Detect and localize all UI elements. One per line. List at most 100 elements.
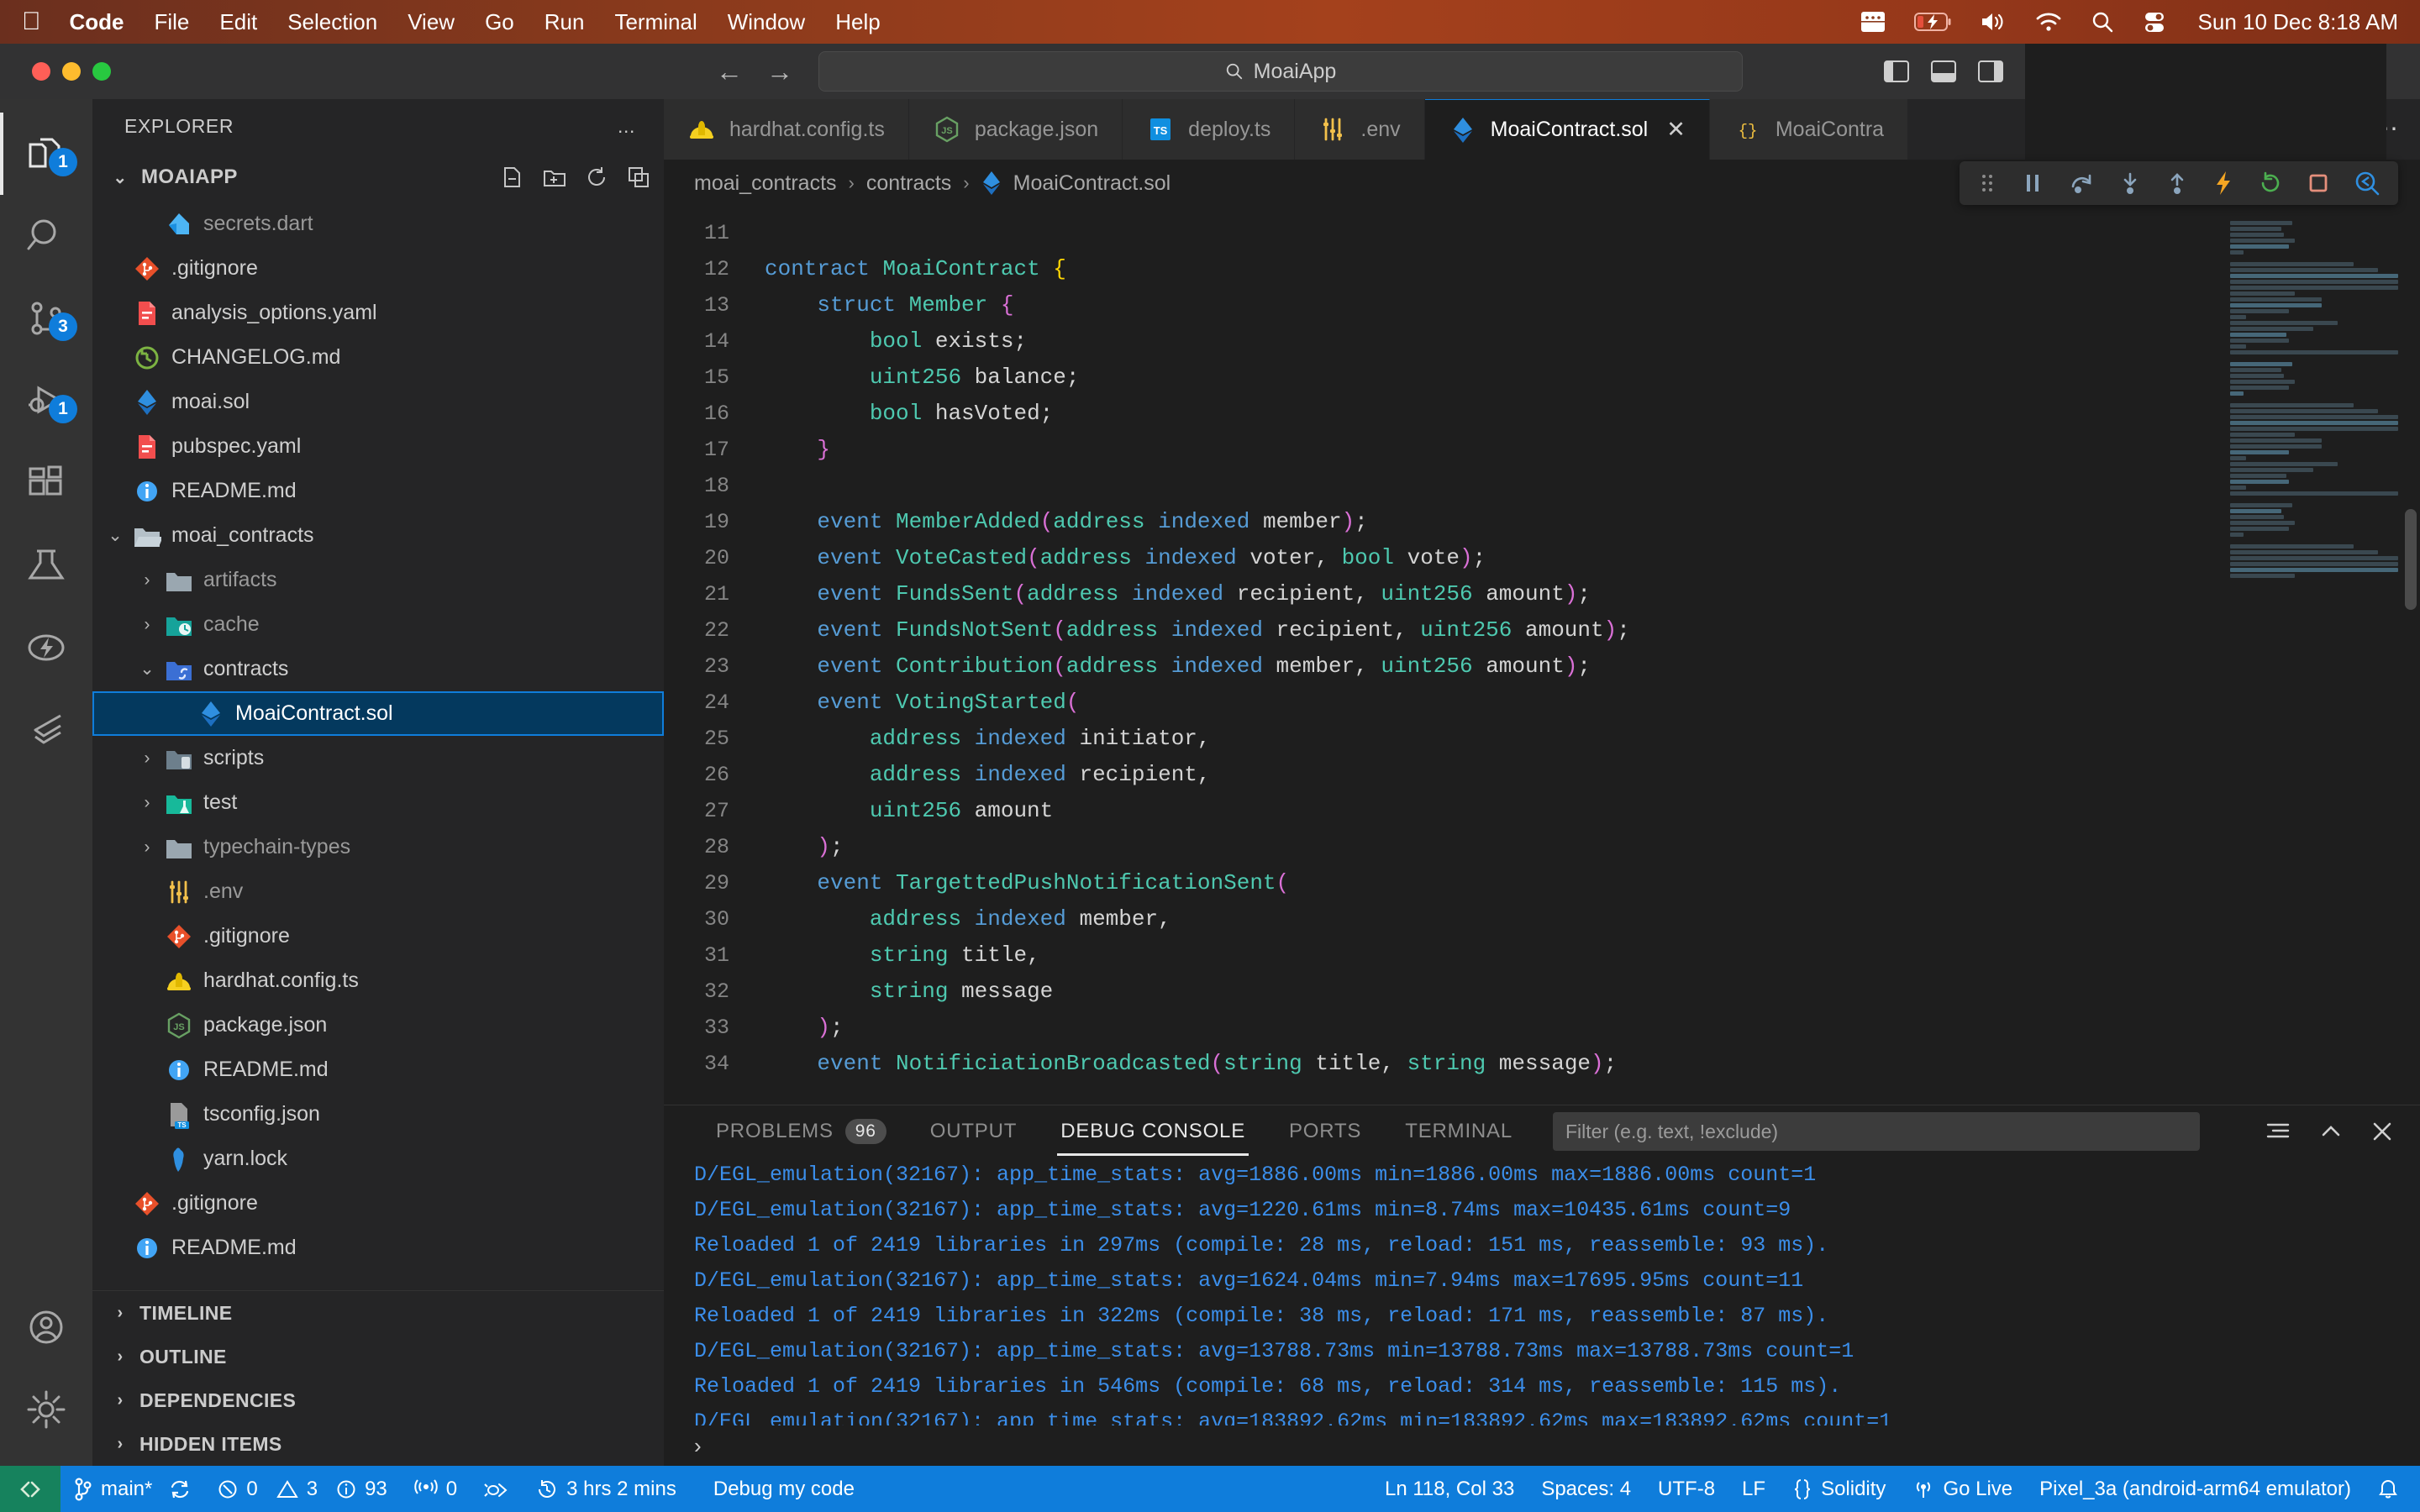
toggle-panel-icon[interactable] xyxy=(1931,60,1956,82)
tab-debug-console[interactable]: DEBUG CONSOLE xyxy=(1039,1105,1267,1158)
hot-reload-icon[interactable] xyxy=(2213,171,2233,196)
file-tree[interactable]: secrets.dart .gitignore analysis_options.y… xyxy=(92,202,664,1290)
toggle-secondary-sidebar-icon[interactable] xyxy=(1978,60,2003,82)
tree-file-row[interactable]: README.md xyxy=(92,1226,664,1270)
menu-file[interactable]: File xyxy=(155,9,190,35)
activitybar-item-accounts[interactable] xyxy=(0,1286,92,1368)
go-back-icon[interactable]: ← xyxy=(716,58,743,85)
status-radio-tower[interactable]: 0 xyxy=(401,1466,471,1512)
tree-file-row[interactable]: JS package.json xyxy=(92,1003,664,1047)
breadcrumb-item-file[interactable]: MoaiContract.sol xyxy=(1013,171,1171,196)
status-go-live[interactable]: Go Live xyxy=(1899,1466,2026,1512)
editor-tab[interactable]: .env xyxy=(1295,99,1425,160)
tree-file-row[interactable]: .gitignore xyxy=(92,1181,664,1226)
tree-file-row[interactable]: secrets.dart xyxy=(92,202,664,246)
control-center-icon[interactable] xyxy=(2143,10,2166,34)
status-problems[interactable]: 0 3 93 xyxy=(204,1466,400,1512)
code-line[interactable]: 25 address indexed initiator, xyxy=(664,721,2218,757)
close-window-button[interactable] xyxy=(32,62,50,81)
code-line[interactable]: 21 event FundsSent(address indexed recip… xyxy=(664,576,2218,612)
status-remote-window[interactable] xyxy=(0,1466,60,1512)
step-over-icon[interactable] xyxy=(2069,171,2094,195)
status-encoding[interactable]: UTF-8 xyxy=(1644,1466,1728,1512)
tree-file-row[interactable]: .gitignore xyxy=(92,246,664,291)
tree-file-row[interactable]: .env xyxy=(92,869,664,914)
battery-charging-icon[interactable] xyxy=(1913,12,1951,32)
editor-tab[interactable]: MoaiContract.sol ✕ xyxy=(1424,99,1710,160)
tree-folder-row[interactable]: › typechain-types xyxy=(92,825,664,869)
menu-edit[interactable]: Edit xyxy=(219,9,257,35)
tab-output[interactable]: OUTPUT xyxy=(908,1105,1039,1158)
clock[interactable]: Sun 10 Dec 8:18 AM xyxy=(2198,9,2398,35)
breadcrumb-item-subfolder[interactable]: contracts xyxy=(866,171,951,196)
code-line[interactable]: 28 ); xyxy=(664,829,2218,865)
debug-toolbar[interactable] xyxy=(1960,161,2398,205)
tree-file-row[interactable]: moai.sol xyxy=(92,380,664,424)
code-line[interactable]: 20 event VoteCasted(address indexed vote… xyxy=(664,540,2218,576)
collapse-all-icon[interactable] xyxy=(627,165,650,189)
code-line[interactable]: 14 bool exists; xyxy=(664,323,2218,360)
activitybar-item-source-control[interactable]: 3 xyxy=(0,277,92,360)
activitybar-item-flutter[interactable] xyxy=(0,689,92,771)
tree-file-row[interactable]: pubspec.yaml xyxy=(92,424,664,469)
pause-icon[interactable] xyxy=(2022,171,2044,195)
tree-folder-row[interactable]: › cache xyxy=(92,602,664,647)
menu-view[interactable]: View xyxy=(408,9,455,35)
volume-icon[interactable] xyxy=(1980,11,2007,33)
code-line[interactable]: 16 bool hasVoted; xyxy=(664,396,2218,432)
code-line[interactable]: 27 uint256 amount xyxy=(664,793,2218,829)
debug-console-output[interactable]: D/EGL_emulation(32167): app_time_stats: … xyxy=(664,1158,2420,1425)
menu-terminal[interactable]: Terminal xyxy=(614,9,697,35)
status-branch[interactable]: main* xyxy=(60,1466,204,1512)
code-line[interactable]: 11 xyxy=(664,215,2218,251)
breadcrumb-item-folder[interactable]: moai_contracts xyxy=(694,171,837,196)
tree-file-row[interactable]: README.md xyxy=(92,1047,664,1092)
code-line[interactable]: 24 event VotingStarted( xyxy=(664,685,2218,721)
flutter-inspector-icon[interactable] xyxy=(2354,171,2380,196)
menu-selection[interactable]: Selection xyxy=(287,9,377,35)
explorer-actions[interactable] xyxy=(501,165,664,189)
tab-ports[interactable]: PORTS xyxy=(1267,1105,1383,1158)
search-icon[interactable] xyxy=(2091,10,2114,34)
code-line[interactable]: 33 ); xyxy=(664,1010,2218,1046)
panel-actions[interactable] xyxy=(2265,1121,2420,1142)
tree-file-row[interactable]: MoaiContract.sol xyxy=(92,691,664,736)
tree-file-row[interactable]: analysis_options.yaml xyxy=(92,291,664,335)
tree-file-row[interactable]: hardhat.config.ts xyxy=(92,958,664,1003)
code-line[interactable]: 31 string title, xyxy=(664,937,2218,974)
tree-file-row[interactable]: .gitignore xyxy=(92,914,664,958)
notes-icon[interactable] xyxy=(1860,11,1886,33)
new-folder-icon[interactable] xyxy=(543,165,566,189)
new-file-icon[interactable] xyxy=(501,165,524,189)
status-debug-session[interactable]: Debug my code xyxy=(690,1466,868,1512)
tree-file-row[interactable]: CHANGELOG.md xyxy=(92,335,664,380)
code-line[interactable]: 18 xyxy=(664,468,2218,504)
debug-console-input[interactable]: › xyxy=(664,1425,2420,1466)
code-line[interactable]: 29 event TargettedPushNotificationSent( xyxy=(664,865,2218,901)
menu-help[interactable]: Help xyxy=(835,9,880,35)
code-line[interactable]: 17 } xyxy=(664,432,2218,468)
panel-tabs[interactable]: PROBLEMS 96 OUTPUT DEBUG CONSOLE PORTS T… xyxy=(664,1105,2420,1158)
status-device[interactable]: Pixel_3a (android-arm64 emulator) xyxy=(2026,1466,2365,1512)
code-line[interactable]: 19 event MemberAdded(address indexed mem… xyxy=(664,504,2218,540)
code-line[interactable]: 15 uint256 balance; xyxy=(664,360,2218,396)
drag-handle-icon[interactable] xyxy=(1978,171,1996,195)
tree-file-row[interactable]: README.md xyxy=(92,469,664,513)
close-tab-icon[interactable]: ✕ xyxy=(1666,117,1686,143)
sidebar-section-hidden-items[interactable]: › HIDDEN ITEMS xyxy=(92,1422,664,1466)
sidebar-more-actions[interactable]: ... xyxy=(618,115,635,138)
status-indentation[interactable]: Spaces: 4 xyxy=(1528,1466,1644,1512)
window-controls[interactable] xyxy=(32,62,111,81)
editor-tab[interactable]: hardhat.config.ts xyxy=(664,99,909,160)
minimap[interactable] xyxy=(2218,207,2420,1105)
tree-folder-row[interactable]: ⌄ moai_contracts xyxy=(92,513,664,558)
menu-go[interactable]: Go xyxy=(485,9,514,35)
restart-icon[interactable] xyxy=(2259,171,2282,195)
collapse-panel-icon[interactable] xyxy=(2319,1122,2343,1141)
tree-file-row[interactable]: yarn.lock xyxy=(92,1137,664,1181)
activitybar-item-testing[interactable] xyxy=(0,524,92,606)
code-line[interactable]: 32 string message xyxy=(664,974,2218,1010)
activitybar-item-settings[interactable] xyxy=(0,1368,92,1451)
status-language-mode[interactable]: Solidity xyxy=(1779,1466,1899,1512)
clear-console-icon[interactable] xyxy=(2265,1121,2291,1142)
